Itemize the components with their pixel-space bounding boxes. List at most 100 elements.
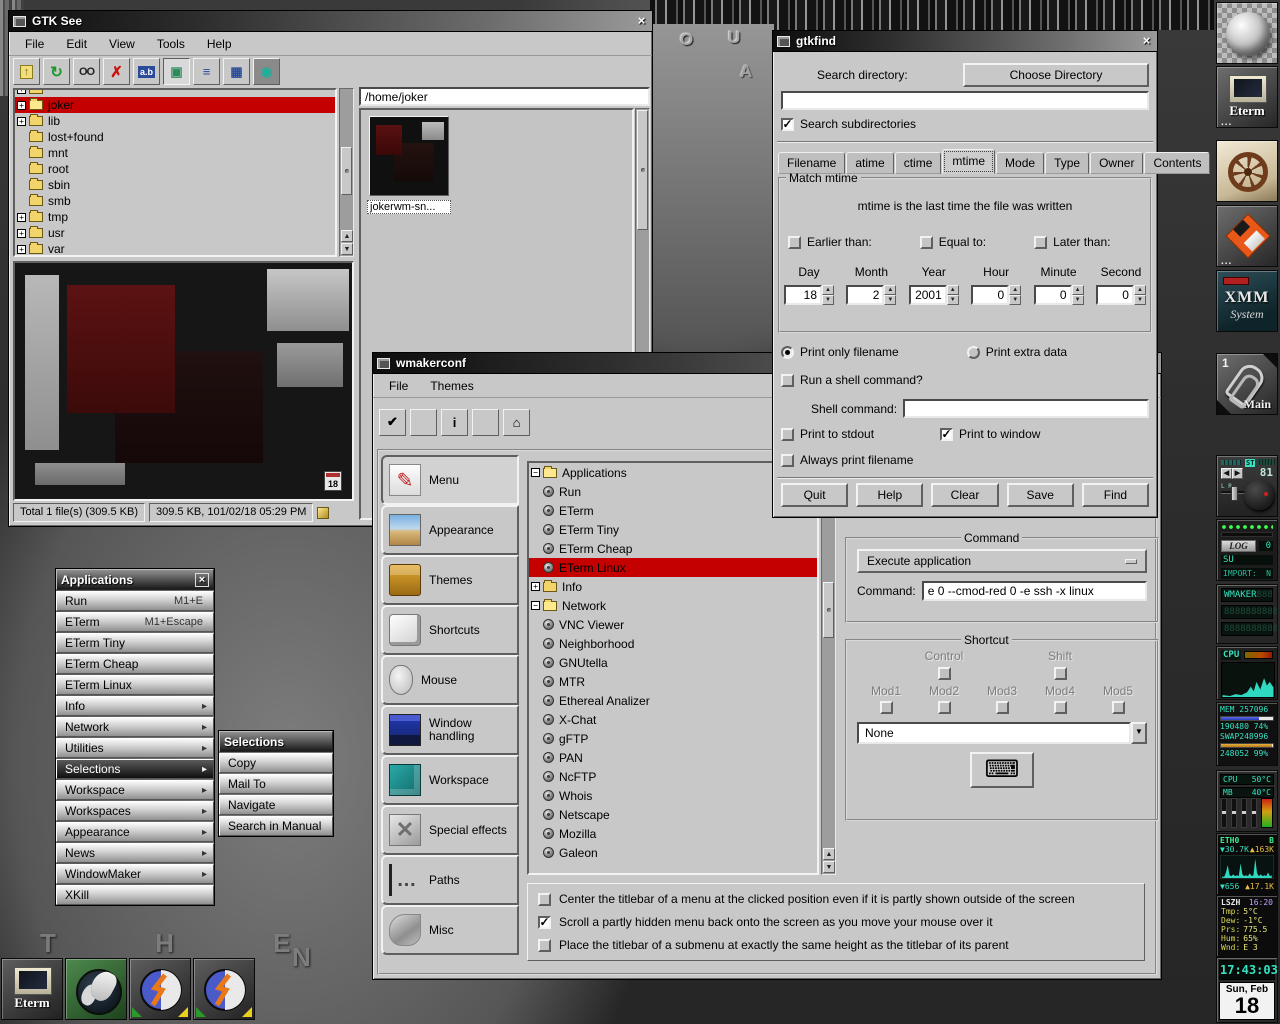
volume-knob[interactable] <box>1244 480 1274 510</box>
tree-row[interactable]: + <box>15 88 335 97</box>
spin-value[interactable]: 0 <box>1096 285 1134 305</box>
toolbar-button[interactable]: ↑ <box>13 58 40 85</box>
spin-value[interactable]: 0 <box>1034 285 1072 305</box>
close-icon[interactable]: × <box>1139 34 1154 49</box>
scrollbar-thumb[interactable] <box>637 110 648 230</box>
spin-button[interactable]: 18 <box>784 285 834 305</box>
toolbar-button[interactable]: ▦ <box>223 58 250 85</box>
capture-shortcut-button[interactable]: ⌨ <box>970 752 1034 788</box>
tree-row[interactable]: X-Chat <box>529 710 817 729</box>
spin-button[interactable]: 0 <box>1096 285 1146 305</box>
network-applet-tile[interactable]: ETH0 B ▼30.7K ▲163K ▼656 ▲17.1K <box>1216 833 1278 895</box>
tree-row[interactable]: ETerm Linux <box>529 558 817 577</box>
section-button[interactable]: Misc <box>381 905 519 955</box>
tree-expander-icon[interactable]: + <box>17 245 26 254</box>
tree-row[interactable]: root <box>15 161 335 177</box>
tree-row[interactable]: ETerm Cheap <box>529 539 817 558</box>
scroll-up-icon[interactable]: ▲ <box>823 848 835 860</box>
tree-row[interactable]: + usr <box>15 225 335 241</box>
search-subdirectories-checkbox[interactable] <box>781 118 794 131</box>
checkbox[interactable] <box>538 893 551 906</box>
later-than-checkbox[interactable] <box>1034 236 1047 249</box>
spin-arrows-icon[interactable] <box>822 285 834 305</box>
option-row[interactable]: Scroll a partly hidden menu back onto th… <box>538 915 1134 929</box>
spin-button[interactable]: 0 <box>1034 285 1084 305</box>
toolbar-button[interactable]: i <box>441 409 468 436</box>
tree-row[interactable]: − Network <box>529 596 817 615</box>
menubar-item[interactable]: Tools <box>147 35 195 53</box>
choose-directory-button[interactable]: Choose Directory <box>963 63 1149 87</box>
section-button[interactable]: ✎ Menu <box>381 455 519 505</box>
print-extra-data-radio[interactable] <box>967 346 980 359</box>
tree-row[interactable]: ETerm Tiny <box>529 520 817 539</box>
toolbar-button[interactable]: ✗ <box>103 58 130 85</box>
section-button[interactable]: ✕ Special effects <box>381 805 519 855</box>
menu-item[interactable]: ETerm Cheap <box>56 654 214 674</box>
menu-item[interactable]: Workspace ▸ <box>56 780 214 800</box>
menubar-item[interactable]: File <box>15 35 54 53</box>
file-thumbnail[interactable] <box>369 116 449 196</box>
scroll-up-icon[interactable]: ▲ <box>341 230 353 242</box>
spin-button[interactable]: 0 <box>971 285 1021 305</box>
scrollbar-thumb[interactable] <box>823 582 834 638</box>
menu-item[interactable]: Run M1+E <box>56 591 214 611</box>
menu-item[interactable]: Copy <box>219 753 333 773</box>
scroll-down-icon[interactable]: ▼ <box>823 861 835 873</box>
mod5-checkbox[interactable] <box>1112 701 1125 714</box>
checkbox[interactable] <box>538 916 551 929</box>
directory-entry[interactable] <box>781 91 1149 110</box>
menu-item[interactable]: Info ▸ <box>56 696 214 716</box>
file-name-label[interactable]: jokerwm-sn... <box>367 200 451 214</box>
section-button[interactable]: Shortcuts <box>381 605 519 655</box>
tree-expander-icon[interactable]: + <box>17 88 26 94</box>
tree-expander-icon[interactable]: − <box>531 468 540 477</box>
menu-item[interactable]: Appearance ▸ <box>56 822 214 842</box>
eterm-dock-tile[interactable]: Eterm ... <box>1216 66 1278 128</box>
weather-applet-tile[interactable]: LSZH 16:20 Tmp: 5°C Dew: -1°C Prs: 775.5… <box>1216 895 1278 957</box>
tree-row[interactable]: NcFTP <box>529 767 817 786</box>
toolbar-button[interactable]: ◉ <box>253 58 280 85</box>
tree-row[interactable]: Neighborhood <box>529 634 817 653</box>
toolbar-button[interactable]: a.b <box>133 58 160 85</box>
tree-row[interactable]: mnt <box>15 145 335 161</box>
tree-row[interactable]: + tmp <box>15 209 335 225</box>
print-only-filename-radio[interactable] <box>781 346 794 359</box>
dialog-button[interactable]: Help <box>856 483 923 507</box>
dialog-button[interactable]: Find <box>1082 483 1149 507</box>
shift-checkbox[interactable] <box>1054 667 1067 680</box>
tuner-arrows[interactable]: ◀▶ <box>1221 468 1243 479</box>
spin-arrows-icon[interactable] <box>884 285 896 305</box>
toolbar-button[interactable]: ↻ <box>43 58 70 85</box>
tree-row[interactable]: PAN <box>529 748 817 767</box>
print-to-window-checkbox[interactable] <box>940 428 953 441</box>
section-button[interactable]: Themes <box>381 555 519 605</box>
menu-item[interactable]: Search in Manual <box>219 816 333 836</box>
mixer-applet-tile[interactable]: ST 81 ◀▶ L R <box>1216 455 1278 517</box>
spin-value[interactable]: 2001 <box>909 285 947 305</box>
checkbox[interactable] <box>538 939 551 952</box>
windowmaker-appicon[interactable] <box>193 958 255 1020</box>
spin-arrows-icon[interactable] <box>1009 285 1021 305</box>
menubar-item[interactable]: Themes <box>420 377 483 395</box>
tree-row[interactable]: gFTP <box>529 729 817 748</box>
option-row[interactable]: Place the titlebar of a submenu at exact… <box>538 938 1134 952</box>
selections-submenu-title[interactable]: Selections <box>219 731 333 752</box>
control-checkbox[interactable] <box>938 667 951 680</box>
tree-row[interactable]: + joker <box>15 97 335 113</box>
tree-expander-icon[interactable]: − <box>531 601 540 610</box>
menu-item[interactable]: WindowMaker ▸ <box>56 864 214 884</box>
toolbar-button[interactable]: OO <box>73 58 100 85</box>
floppy-dock-tile[interactable]: ... <box>1216 205 1278 267</box>
tree-scrollbar[interactable]: ▲ ▼ <box>821 461 836 875</box>
spin-arrows-icon[interactable] <box>1134 285 1146 305</box>
menubar-item[interactable]: View <box>99 35 145 53</box>
toolbar-button[interactable] <box>472 409 499 436</box>
gtksee-titlebar[interactable]: GTK See × <box>9 11 652 32</box>
spin-value[interactable]: 18 <box>784 285 822 305</box>
toolbar-button[interactable]: ⌂ <box>503 409 530 436</box>
shortcut-value[interactable]: None <box>857 722 1131 744</box>
logger-applet-tile[interactable]: LOG 0 SU IMPORT: N <box>1216 519 1278 581</box>
command-entry[interactable]: e 0 --cmod-red 0 -e ssh -x linux <box>922 581 1147 601</box>
section-button[interactable]: Window handling <box>381 705 519 755</box>
toolbar-button[interactable] <box>410 409 437 436</box>
